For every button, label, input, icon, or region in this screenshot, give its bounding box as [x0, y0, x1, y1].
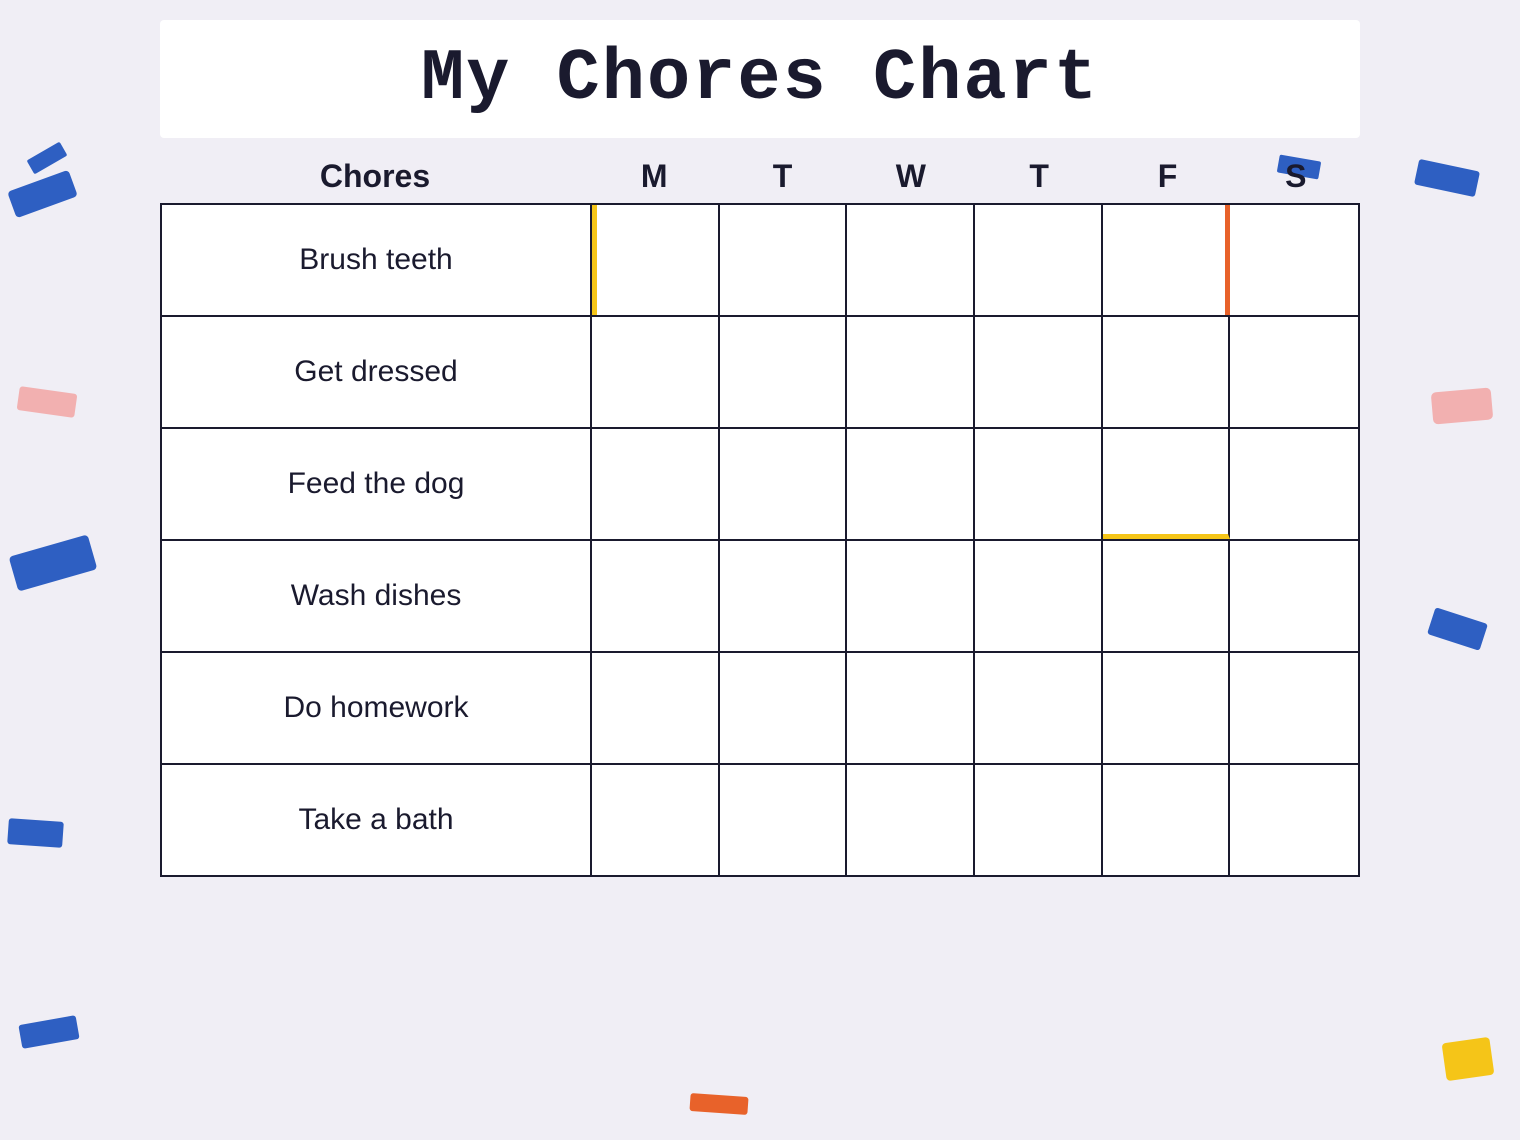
decor-blue-1	[7, 170, 78, 219]
cell-wash-dishes-s[interactable]	[1230, 541, 1358, 651]
header-chores: Chores	[160, 158, 590, 195]
decor-yellow-1	[1442, 1037, 1495, 1081]
header-day-t1: T	[718, 158, 846, 195]
cell-feed-dog-m[interactable]	[592, 429, 720, 539]
cell-wash-dishes-f[interactable]	[1103, 541, 1231, 651]
cell-get-dressed-t2[interactable]	[975, 317, 1103, 427]
page-container: My Chores Chart Chores M T W T F S Brush…	[80, 20, 1440, 1120]
cell-get-dressed-w[interactable]	[847, 317, 975, 427]
decor-blue-3	[7, 818, 64, 848]
cell-feed-dog-s[interactable]	[1230, 429, 1358, 539]
cell-do-homework-s[interactable]	[1230, 653, 1358, 763]
cell-wash-dishes-w[interactable]	[847, 541, 975, 651]
cell-brush-teeth-s[interactable]	[1230, 205, 1358, 315]
header-day-s: S	[1232, 158, 1360, 195]
cell-do-homework-f[interactable]	[1103, 653, 1231, 763]
cell-brush-teeth-f[interactable]	[1103, 205, 1231, 315]
header-day-m: M	[590, 158, 718, 195]
cell-do-homework-w[interactable]	[847, 653, 975, 763]
row-get-dressed: Get dressed	[160, 315, 1360, 427]
cell-feed-dog-t2[interactable]	[975, 429, 1103, 539]
cell-brush-teeth-m[interactable]	[592, 205, 720, 315]
decor-blue-4	[18, 1015, 79, 1049]
chart-container: Chores M T W T F S Brush teeth Get dress…	[160, 158, 1360, 877]
cell-wash-dishes-t1[interactable]	[720, 541, 848, 651]
cell-take-bath-t2[interactable]	[975, 765, 1103, 875]
cell-take-bath-s[interactable]	[1230, 765, 1358, 875]
title-box: My Chores Chart	[160, 20, 1360, 138]
chore-feed-dog: Feed the dog	[162, 429, 592, 539]
chore-get-dressed: Get dressed	[162, 317, 592, 427]
cell-take-bath-m[interactable]	[592, 765, 720, 875]
cell-do-homework-t2[interactable]	[975, 653, 1103, 763]
cell-feed-dog-w[interactable]	[847, 429, 975, 539]
cell-take-bath-w[interactable]	[847, 765, 975, 875]
cell-get-dressed-s[interactable]	[1230, 317, 1358, 427]
chore-take-bath: Take a bath	[162, 765, 592, 875]
chore-brush-teeth: Brush teeth	[162, 205, 592, 315]
cell-get-dressed-t1[interactable]	[720, 317, 848, 427]
row-wash-dishes: Wash dishes	[160, 539, 1360, 651]
header-day-t2: T	[975, 158, 1103, 195]
page-title: My Chores Chart	[200, 38, 1320, 120]
cell-get-dressed-m[interactable]	[592, 317, 720, 427]
header-day-w: W	[847, 158, 975, 195]
cell-wash-dishes-m[interactable]	[592, 541, 720, 651]
cell-brush-teeth-t2[interactable]	[975, 205, 1103, 315]
chore-do-homework: Do homework	[162, 653, 592, 763]
cell-do-homework-t1[interactable]	[720, 653, 848, 763]
cell-brush-teeth-t1[interactable]	[720, 205, 848, 315]
header-day-f: F	[1103, 158, 1231, 195]
row-feed-dog: Feed the dog	[160, 427, 1360, 539]
cell-take-bath-t1[interactable]	[720, 765, 848, 875]
cell-do-homework-m[interactable]	[592, 653, 720, 763]
row-do-homework: Do homework	[160, 651, 1360, 763]
cell-wash-dishes-t2[interactable]	[975, 541, 1103, 651]
row-take-bath: Take a bath	[160, 763, 1360, 877]
chore-wash-dishes: Wash dishes	[162, 541, 592, 651]
cell-feed-dog-f[interactable]	[1103, 429, 1231, 539]
decor-pink-2	[1431, 387, 1494, 424]
cell-brush-teeth-w[interactable]	[847, 205, 975, 315]
cell-feed-dog-t1[interactable]	[720, 429, 848, 539]
chart-header: Chores M T W T F S	[160, 158, 1360, 203]
cell-take-bath-f[interactable]	[1103, 765, 1231, 875]
decor-pink-1	[17, 386, 78, 418]
row-brush-teeth: Brush teeth	[160, 203, 1360, 315]
decor-blue-7	[27, 142, 68, 175]
cell-get-dressed-f[interactable]	[1103, 317, 1231, 427]
